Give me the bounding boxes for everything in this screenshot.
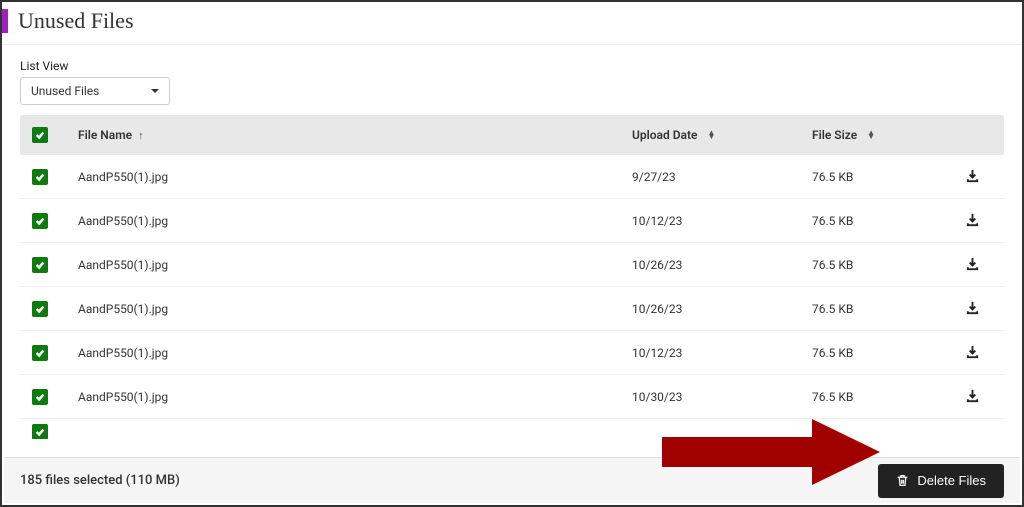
row-checkbox[interactable] <box>32 257 48 273</box>
table-header-row: File Name Upload Date ▲▼ File Size ▲▼ <box>20 115 1004 155</box>
row-checkbox[interactable] <box>32 301 48 317</box>
file-size-cell: 76.5 KB <box>812 258 952 272</box>
trash-icon <box>896 474 909 487</box>
file-name-cell: AandP550(1).jpg <box>72 258 632 272</box>
table-row: AandP550(1).jpg10/12/2376.5 KB <box>20 199 1004 243</box>
file-size-cell: 76.5 KB <box>812 302 952 316</box>
download-icon[interactable] <box>965 388 980 406</box>
accent-bar <box>2 9 8 33</box>
download-icon[interactable] <box>965 168 980 186</box>
row-checkbox[interactable] <box>32 424 48 439</box>
table-row: AandP550(1).jpg10/12/2376.5 KB <box>20 331 1004 375</box>
download-icon[interactable] <box>965 212 980 230</box>
upload-date-cell: 10/26/23 <box>632 302 812 316</box>
download-icon[interactable] <box>965 344 980 362</box>
file-name-cell: AandP550(1).jpg <box>72 302 632 316</box>
sort-icon: ▲▼ <box>867 131 875 139</box>
controls-bar: List View Unused Files <box>2 45 1022 115</box>
page-header: Unused Files <box>2 2 1022 45</box>
column-header-name[interactable]: File Name <box>72 128 632 142</box>
file-table: File Name Upload Date ▲▼ File Size ▲▼ Aa… <box>2 115 1022 439</box>
file-name-cell: AandP550(1).jpg <box>72 390 632 404</box>
row-checkbox[interactable] <box>32 345 48 361</box>
app-frame: Unused Files List View Unused Files File… <box>0 0 1024 507</box>
file-size-cell: 76.5 KB <box>812 214 952 228</box>
list-view-label: List View <box>20 59 1004 73</box>
page-title: Unused Files <box>18 8 134 34</box>
table-row: AandP550(1).jpg10/30/2376.5 KB <box>20 375 1004 419</box>
row-checkbox[interactable] <box>32 213 48 229</box>
file-size-cell: 76.5 KB <box>812 170 952 184</box>
selection-summary: 185 files selected (110 MB) <box>20 473 180 488</box>
row-checkbox[interactable] <box>32 389 48 405</box>
upload-date-cell: 10/12/23 <box>632 346 812 360</box>
select-all-checkbox[interactable] <box>32 127 48 143</box>
file-name-cell: AandP550(1).jpg <box>72 346 632 360</box>
download-icon[interactable] <box>965 300 980 318</box>
table-row-partial <box>20 419 1004 439</box>
footer-bar: 185 files selected (110 MB) Delete Files <box>4 457 1020 503</box>
upload-date-cell: 10/12/23 <box>632 214 812 228</box>
file-size-cell: 76.5 KB <box>812 346 952 360</box>
file-name-cell: AandP550(1).jpg <box>72 214 632 228</box>
sort-asc-icon <box>138 128 144 142</box>
upload-date-cell: 10/30/23 <box>632 390 812 404</box>
download-icon[interactable] <box>965 256 980 274</box>
table-row: AandP550(1).jpg10/26/2376.5 KB <box>20 287 1004 331</box>
file-name-cell: AandP550(1).jpg <box>72 170 632 184</box>
chevron-down-icon <box>151 89 159 93</box>
dropdown-selected: Unused Files <box>31 84 99 98</box>
list-view-dropdown[interactable]: Unused Files <box>20 77 170 105</box>
sort-icon: ▲▼ <box>707 131 715 139</box>
row-checkbox[interactable] <box>32 169 48 185</box>
file-size-cell: 76.5 KB <box>812 390 952 404</box>
upload-date-cell: 10/26/23 <box>632 258 812 272</box>
delete-files-button[interactable]: Delete Files <box>878 464 1004 498</box>
upload-date-cell: 9/27/23 <box>632 170 812 184</box>
table-row: AandP550(1).jpg9/27/2376.5 KB <box>20 155 1004 199</box>
delete-button-label: Delete Files <box>917 473 986 488</box>
column-header-size[interactable]: File Size ▲▼ <box>812 128 952 142</box>
table-row: AandP550(1).jpg10/26/2376.5 KB <box>20 243 1004 287</box>
column-header-date[interactable]: Upload Date ▲▼ <box>632 128 812 142</box>
